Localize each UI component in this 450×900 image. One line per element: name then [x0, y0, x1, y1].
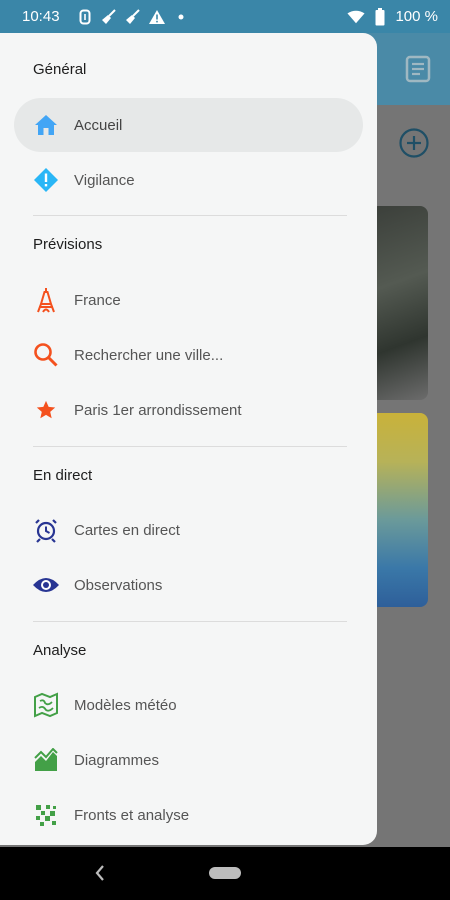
drawer-item-label: Rechercher une ville... — [74, 346, 224, 364]
section-header-en-direct: En direct — [33, 467, 93, 484]
dots-grid-icon — [32, 801, 60, 829]
drawer-item-accueil[interactable]: Accueil — [14, 98, 363, 152]
divider — [33, 621, 347, 622]
clock-time: 10:43 — [22, 8, 60, 25]
section-header-general: Général — [33, 61, 87, 78]
drawer-item-diagrammes[interactable]: Diagrammes — [14, 733, 363, 787]
battery-percent: 100 % — [395, 8, 438, 25]
drawer-item-label: France — [74, 291, 121, 309]
search-icon — [32, 341, 60, 369]
section-header-previsions: Prévisions — [33, 236, 103, 253]
area-chart-icon — [32, 746, 60, 774]
battery-icon — [371, 7, 389, 26]
eiffel-tower-icon — [32, 286, 60, 314]
clock-refresh-icon — [32, 516, 60, 544]
wifi-icon — [347, 8, 366, 26]
drawer-item-observations[interactable]: Observations — [14, 558, 363, 612]
drawer-item-rechercher[interactable]: Rechercher une ville... — [14, 328, 363, 382]
divider — [33, 446, 347, 447]
dot-icon — [172, 8, 190, 26]
drawer-item-fronts[interactable]: Fronts et analyse — [14, 788, 363, 842]
home-pill[interactable] — [209, 867, 241, 879]
drawer-item-label: Modèles météo — [74, 696, 177, 714]
warning-icon — [148, 8, 166, 26]
back-icon[interactable] — [92, 863, 108, 883]
forecast-map-card[interactable] — [370, 413, 428, 607]
vigilance-diamond-icon — [32, 166, 60, 194]
system-nav-bar — [0, 847, 450, 900]
drawer-item-label: Observations — [74, 576, 163, 594]
broom-icon — [100, 8, 118, 26]
drawer-item-cartes[interactable]: Cartes en direct — [14, 503, 363, 557]
drawer-item-modeles[interactable]: Modèles météo — [14, 678, 363, 732]
add-circle-icon[interactable] — [398, 127, 430, 159]
drawer-item-label: Cartes en direct — [74, 521, 180, 539]
drawer-item-label: Accueil — [74, 116, 123, 134]
storage-icon — [76, 8, 94, 26]
broom-icon-2 — [124, 8, 142, 26]
drawer-item-france[interactable]: France — [14, 273, 363, 327]
star-icon — [32, 396, 60, 424]
divider — [33, 215, 347, 216]
drawer-item-label: Vigilance — [74, 171, 135, 189]
home-icon — [32, 111, 60, 139]
drawer-item-label: Diagrammes — [74, 751, 160, 769]
status-bar: 10:43 100 % — [0, 0, 450, 33]
map-icon — [32, 691, 60, 719]
navigation-drawer: Général Accueil Vigilance Prévisions Fra… — [0, 33, 377, 845]
drawer-item-vigilance[interactable]: Vigilance — [14, 153, 363, 207]
document-icon[interactable] — [404, 55, 432, 83]
eye-icon — [32, 571, 60, 599]
drawer-item-paris[interactable]: Paris 1er arrondissement — [14, 383, 363, 437]
drawer-item-label: Paris 1er arrondissement — [74, 401, 242, 419]
section-header-analyse: Analyse — [33, 642, 87, 659]
drawer-item-label: Fronts et analyse — [74, 806, 190, 824]
satellite-map-card[interactable] — [370, 206, 428, 400]
